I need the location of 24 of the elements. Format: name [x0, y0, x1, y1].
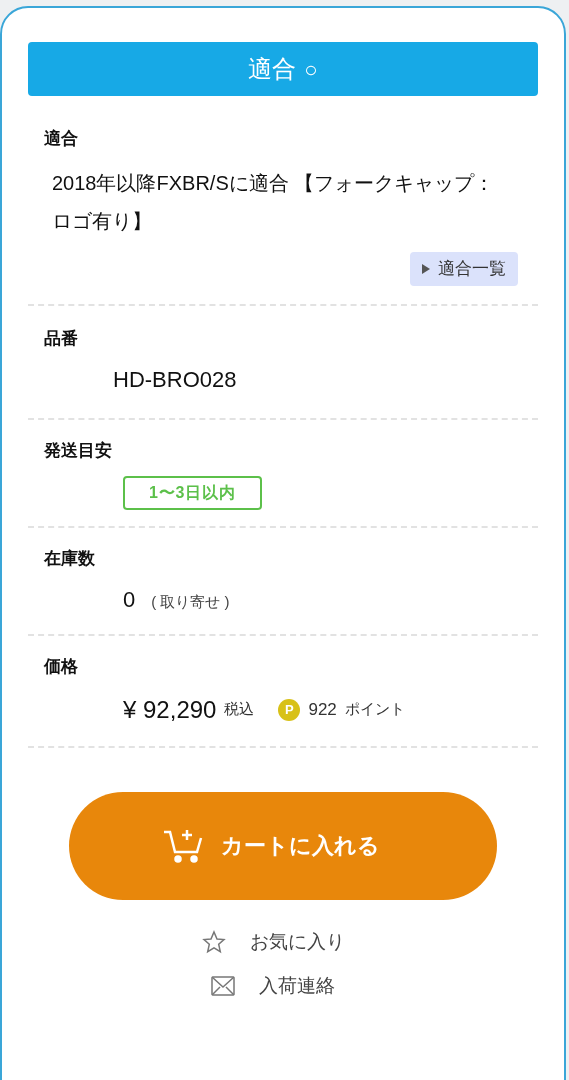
stock-count: 0	[123, 586, 136, 614]
stock-note: ( 取り寄せ )	[151, 592, 230, 612]
price: ¥ 92,290	[123, 694, 217, 725]
fitment-text: 2018年以降FXBR/Sに適合 【フォークキャップ：ロゴ有り】	[51, 170, 496, 234]
tax-label: 税込	[224, 699, 255, 720]
field-label: 品番	[44, 327, 79, 350]
field-label: 適合	[44, 128, 79, 150]
shipping-badge: 1〜3日以内	[123, 475, 262, 510]
points-value: 922	[308, 698, 337, 721]
header-title: 適合	[248, 54, 297, 84]
envelope-icon	[211, 976, 235, 997]
points-unit: ポイント	[344, 699, 405, 720]
restock-notify-link[interactable]: 入荷連絡	[211, 972, 335, 1001]
cart-add-icon	[162, 827, 205, 864]
triangle-icon	[422, 263, 430, 274]
field-label: 発送目安	[44, 440, 113, 462]
fitment-list-button[interactable]: 適合一覧	[410, 251, 518, 286]
field-label: 価格	[44, 656, 79, 678]
header-mark: ○	[304, 55, 318, 84]
favorite-link[interactable]: お気に入り	[201, 927, 345, 956]
points-icon: P	[278, 698, 301, 721]
star-icon	[201, 929, 226, 954]
part-number: HD-BRO028	[112, 366, 238, 394]
field-label: 在庫数	[44, 547, 96, 570]
